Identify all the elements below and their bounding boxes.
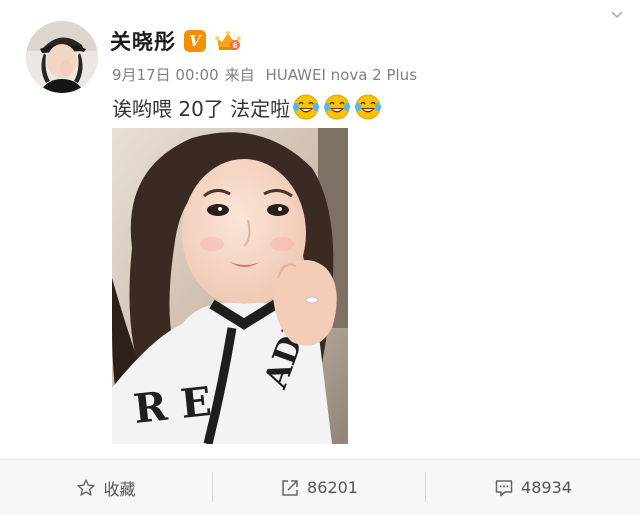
- laugh-cry-emoji: [293, 94, 320, 120]
- laugh-cry-emoji: [324, 94, 351, 120]
- repost-count: 86201: [307, 478, 358, 497]
- repost-button[interactable]: 86201: [213, 460, 425, 515]
- comment-icon: [495, 479, 513, 496]
- favorite-button[interactable]: 收藏: [0, 460, 212, 515]
- laugh-cry-emoji: [355, 94, 382, 120]
- more-options-icon[interactable]: [608, 6, 626, 24]
- share-icon: [282, 479, 298, 496]
- comment-button[interactable]: 48934: [426, 460, 640, 515]
- svg-text:6: 6: [232, 41, 237, 50]
- comment-count: 48934: [521, 478, 572, 497]
- favorite-label: 收藏: [103, 479, 136, 499]
- action-bar: 收藏 86201 48934: [0, 460, 640, 515]
- post-text: 诶哟喂 20了 法定啦: [112, 90, 385, 124]
- post-photo[interactable]: R E ADRE: [112, 128, 348, 444]
- weibo-post-card: 关晓彤 V 6 9月17日 00:00 来自 HUAWEI nova 2 Plus…: [0, 0, 640, 460]
- post-body: 诶哟喂 20了 法定啦: [112, 96, 291, 121]
- star-icon: [77, 478, 96, 496]
- post-device[interactable]: HUAWEI nova 2 Plus: [265, 66, 417, 84]
- avatar[interactable]: [26, 21, 98, 93]
- post-time[interactable]: 9月17日 00:00: [112, 66, 219, 84]
- avatar-photo: [26, 21, 98, 93]
- post-meta: 9月17日 00:00 来自 HUAWEI nova 2 Plus: [112, 64, 417, 85]
- svg-text:R E: R E: [131, 378, 213, 433]
- selfie-photo: R E ADRE: [112, 128, 348, 444]
- vip-crown-icon[interactable]: 6: [214, 29, 242, 53]
- verified-badge[interactable]: V: [184, 30, 206, 52]
- author-row: 关晓彤 V 6: [110, 25, 242, 57]
- source-prefix: 来自: [224, 66, 255, 84]
- author-name[interactable]: 关晓彤: [110, 26, 176, 56]
- emoji-row: [292, 93, 385, 121]
